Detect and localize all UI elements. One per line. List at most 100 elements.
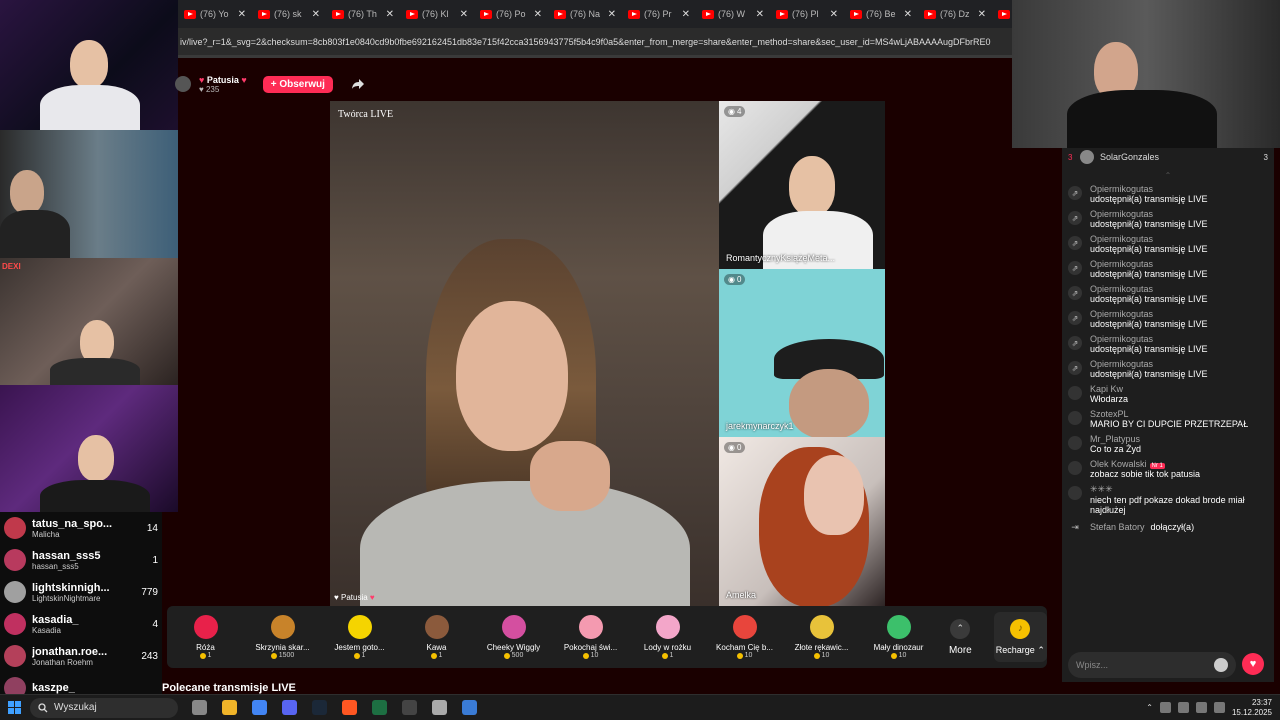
taskbar-app[interactable] <box>304 695 334 720</box>
wifi-icon[interactable] <box>1195 702 1207 713</box>
chat-input[interactable] <box>1068 652 1236 678</box>
close-icon[interactable]: ✕ <box>682 9 690 20</box>
network-icon[interactable] <box>1159 702 1171 713</box>
avatar <box>4 549 26 571</box>
taskbar-app[interactable] <box>334 695 364 720</box>
browser-tab[interactable]: (76) W ✕ <box>696 0 770 28</box>
browser-tab[interactable]: (76) Dz ✕ <box>918 0 992 28</box>
browser-tab[interactable]: (76) Be ✕ <box>844 0 918 28</box>
close-icon[interactable]: ✕ <box>312 9 320 20</box>
browser-tab[interactable]: G✕ <box>992 0 1013 28</box>
viewer-row[interactable]: jonathan.roe... Jonathan Roehm 243 <box>0 640 162 672</box>
taskbar-app[interactable] <box>454 695 484 720</box>
guest-count: 0 <box>736 275 742 284</box>
guest-video[interactable]: ◉ 0 Amelka <box>719 437 885 606</box>
gift-item[interactable]: Kocham Cię b... 10 <box>706 615 783 659</box>
browser-tab[interactable]: (76) sk ✕ <box>252 0 326 28</box>
gift-item[interactable]: Jestem goto... 1 <box>321 615 398 659</box>
close-icon[interactable]: ✕ <box>460 9 468 20</box>
webcam-3: DEXI <box>0 258 178 385</box>
message-user[interactable]: Opiermikogutas <box>1090 259 1208 269</box>
host-hand <box>530 441 610 511</box>
viewer-row[interactable]: tatus_na_spo... Malicha 14 <box>0 512 162 544</box>
taskbar-app[interactable] <box>394 695 424 720</box>
coin-icon <box>430 652 437 659</box>
message-user[interactable]: Kapi Kw <box>1090 384 1128 394</box>
gift-item[interactable]: Kawa 1 <box>398 615 475 659</box>
message-user[interactable]: Opiermikogutas <box>1090 209 1208 219</box>
close-icon[interactable]: ✕ <box>978 9 986 20</box>
gift-item[interactable]: Pokochaj świ... 10 <box>552 615 629 659</box>
message-user[interactable]: ✳✳✳ <box>1090 484 1268 495</box>
message-user[interactable]: Opiermikogutas <box>1090 184 1208 194</box>
message-user[interactable]: Opiermikogutas <box>1090 284 1208 294</box>
taskbar-app[interactable] <box>424 695 454 720</box>
viewer-row[interactable]: kaszpe_ <box>0 672 162 694</box>
browser-tab[interactable]: (76) Na ✕ <box>548 0 622 28</box>
guest-video[interactable]: ◉ 0 jarekmynarczyk1 <box>719 269 885 437</box>
browser-tab[interactable]: (76) Pl ✕ <box>770 0 844 28</box>
close-icon[interactable]: ✕ <box>904 9 912 20</box>
tab-title: (76) W <box>718 9 745 19</box>
taskbar-app[interactable] <box>214 695 244 720</box>
gift-item[interactable]: Róża 1 <box>167 615 244 659</box>
taskbar-app[interactable] <box>274 695 304 720</box>
viewer-row[interactable]: kasadia_ Kasadia 4 <box>0 608 162 640</box>
address-bar[interactable]: iv/live?_r=1&_svg=2&checksum=8cb803f1e08… <box>178 28 1013 58</box>
viewer-row[interactable]: lightskinnigh... LightskinNightmare 779 <box>0 576 162 608</box>
close-icon[interactable]: ✕ <box>830 9 838 20</box>
browser-tab[interactable]: (76) Pr ✕ <box>622 0 696 28</box>
viewer-row[interactable]: hassan_sss5 hassan_sss5 1 <box>0 544 162 576</box>
taskbar-app[interactable] <box>244 695 274 720</box>
close-icon[interactable]: ✕ <box>238 9 246 20</box>
gift-item[interactable]: Mały dinozaur 10 <box>860 615 937 659</box>
chevron-up-icon[interactable]: ⌃ <box>1146 703 1153 712</box>
taskbar-search[interactable]: Wyszukaj <box>30 697 178 718</box>
gift-item[interactable]: Skrzynia skar... 1500 <box>244 615 321 659</box>
volume-icon[interactable] <box>1213 702 1225 713</box>
start-button[interactable] <box>0 695 28 720</box>
close-icon[interactable]: ✕ <box>608 9 616 20</box>
taskbar-app[interactable] <box>184 695 214 720</box>
gift-item[interactable]: Lody w rożku 1 <box>629 615 706 659</box>
youtube-icon <box>998 9 1010 19</box>
host-name[interactable]: Patusia <box>207 75 239 85</box>
follow-button[interactable]: + Obserwuj <box>262 75 333 93</box>
browser-tab[interactable]: (76) Th ✕ <box>326 0 400 28</box>
close-icon[interactable]: ✕ <box>386 9 394 20</box>
browser-tab[interactable]: (76) Kl ✕ <box>400 0 474 28</box>
message-user[interactable]: Olek Kowalski Nr 1 <box>1090 459 1200 469</box>
close-icon[interactable]: ✕ <box>534 9 542 20</box>
like-button[interactable]: ♥ <box>1242 653 1264 675</box>
message-user[interactable]: Opiermikogutas <box>1090 234 1208 244</box>
share-icon[interactable] <box>351 77 365 91</box>
avatar <box>1068 436 1082 450</box>
chat-message: SzotexPL MARIO BY CI DUPCIE PRZETRZEPAŁ <box>1062 409 1274 429</box>
taskbar-app[interactable] <box>364 695 394 720</box>
mic-icon[interactable] <box>1177 702 1189 713</box>
message-text: udostępnił(a) transmisję LIVE <box>1090 244 1208 254</box>
clock[interactable]: 23:37 15.12.2025 <box>1232 698 1272 718</box>
message-username: Opiermikogutas <box>1090 309 1154 319</box>
main-video[interactable]: Twórca LIVE ♥ Patusia ♥ <box>330 101 720 606</box>
host-avatar[interactable] <box>175 76 191 92</box>
joined-user[interactable]: Stefan Batory <box>1090 522 1145 532</box>
close-icon[interactable]: ✕ <box>756 9 764 20</box>
message-user[interactable]: Opiermikogutas <box>1090 359 1208 369</box>
gift-item[interactable]: Cheeky Wiggly 500 <box>475 615 552 659</box>
chat-input-field[interactable] <box>1076 660 1214 670</box>
message-text: udostępnił(a) transmisję LIVE <box>1090 219 1208 229</box>
recharge-button[interactable]: ♪ Recharge ⌃ <box>993 612 1047 662</box>
guest-video[interactable]: ◉ 4 RomantycznyKsiążęMeta... <box>719 101 885 269</box>
browser-tab[interactable]: (76) Po ✕ <box>474 0 548 28</box>
top-gifter-row[interactable]: 3 SolarGonzales 3 <box>1062 148 1274 166</box>
message-user[interactable]: Opiermikogutas <box>1090 334 1208 344</box>
emoji-icon[interactable] <box>1214 658 1228 672</box>
viewer-name: tatus_na_spo... <box>32 517 113 530</box>
more-gifts-button[interactable]: ⌃ More <box>939 618 982 656</box>
message-user[interactable]: Opiermikogutas <box>1090 309 1208 319</box>
message-user[interactable]: Mr_Platypus <box>1090 434 1141 444</box>
browser-tab[interactable]: (76) Yo ✕ <box>178 0 252 28</box>
gift-item[interactable]: Złote rękawic... 10 <box>783 615 860 659</box>
message-user[interactable]: SzotexPL <box>1090 409 1248 419</box>
